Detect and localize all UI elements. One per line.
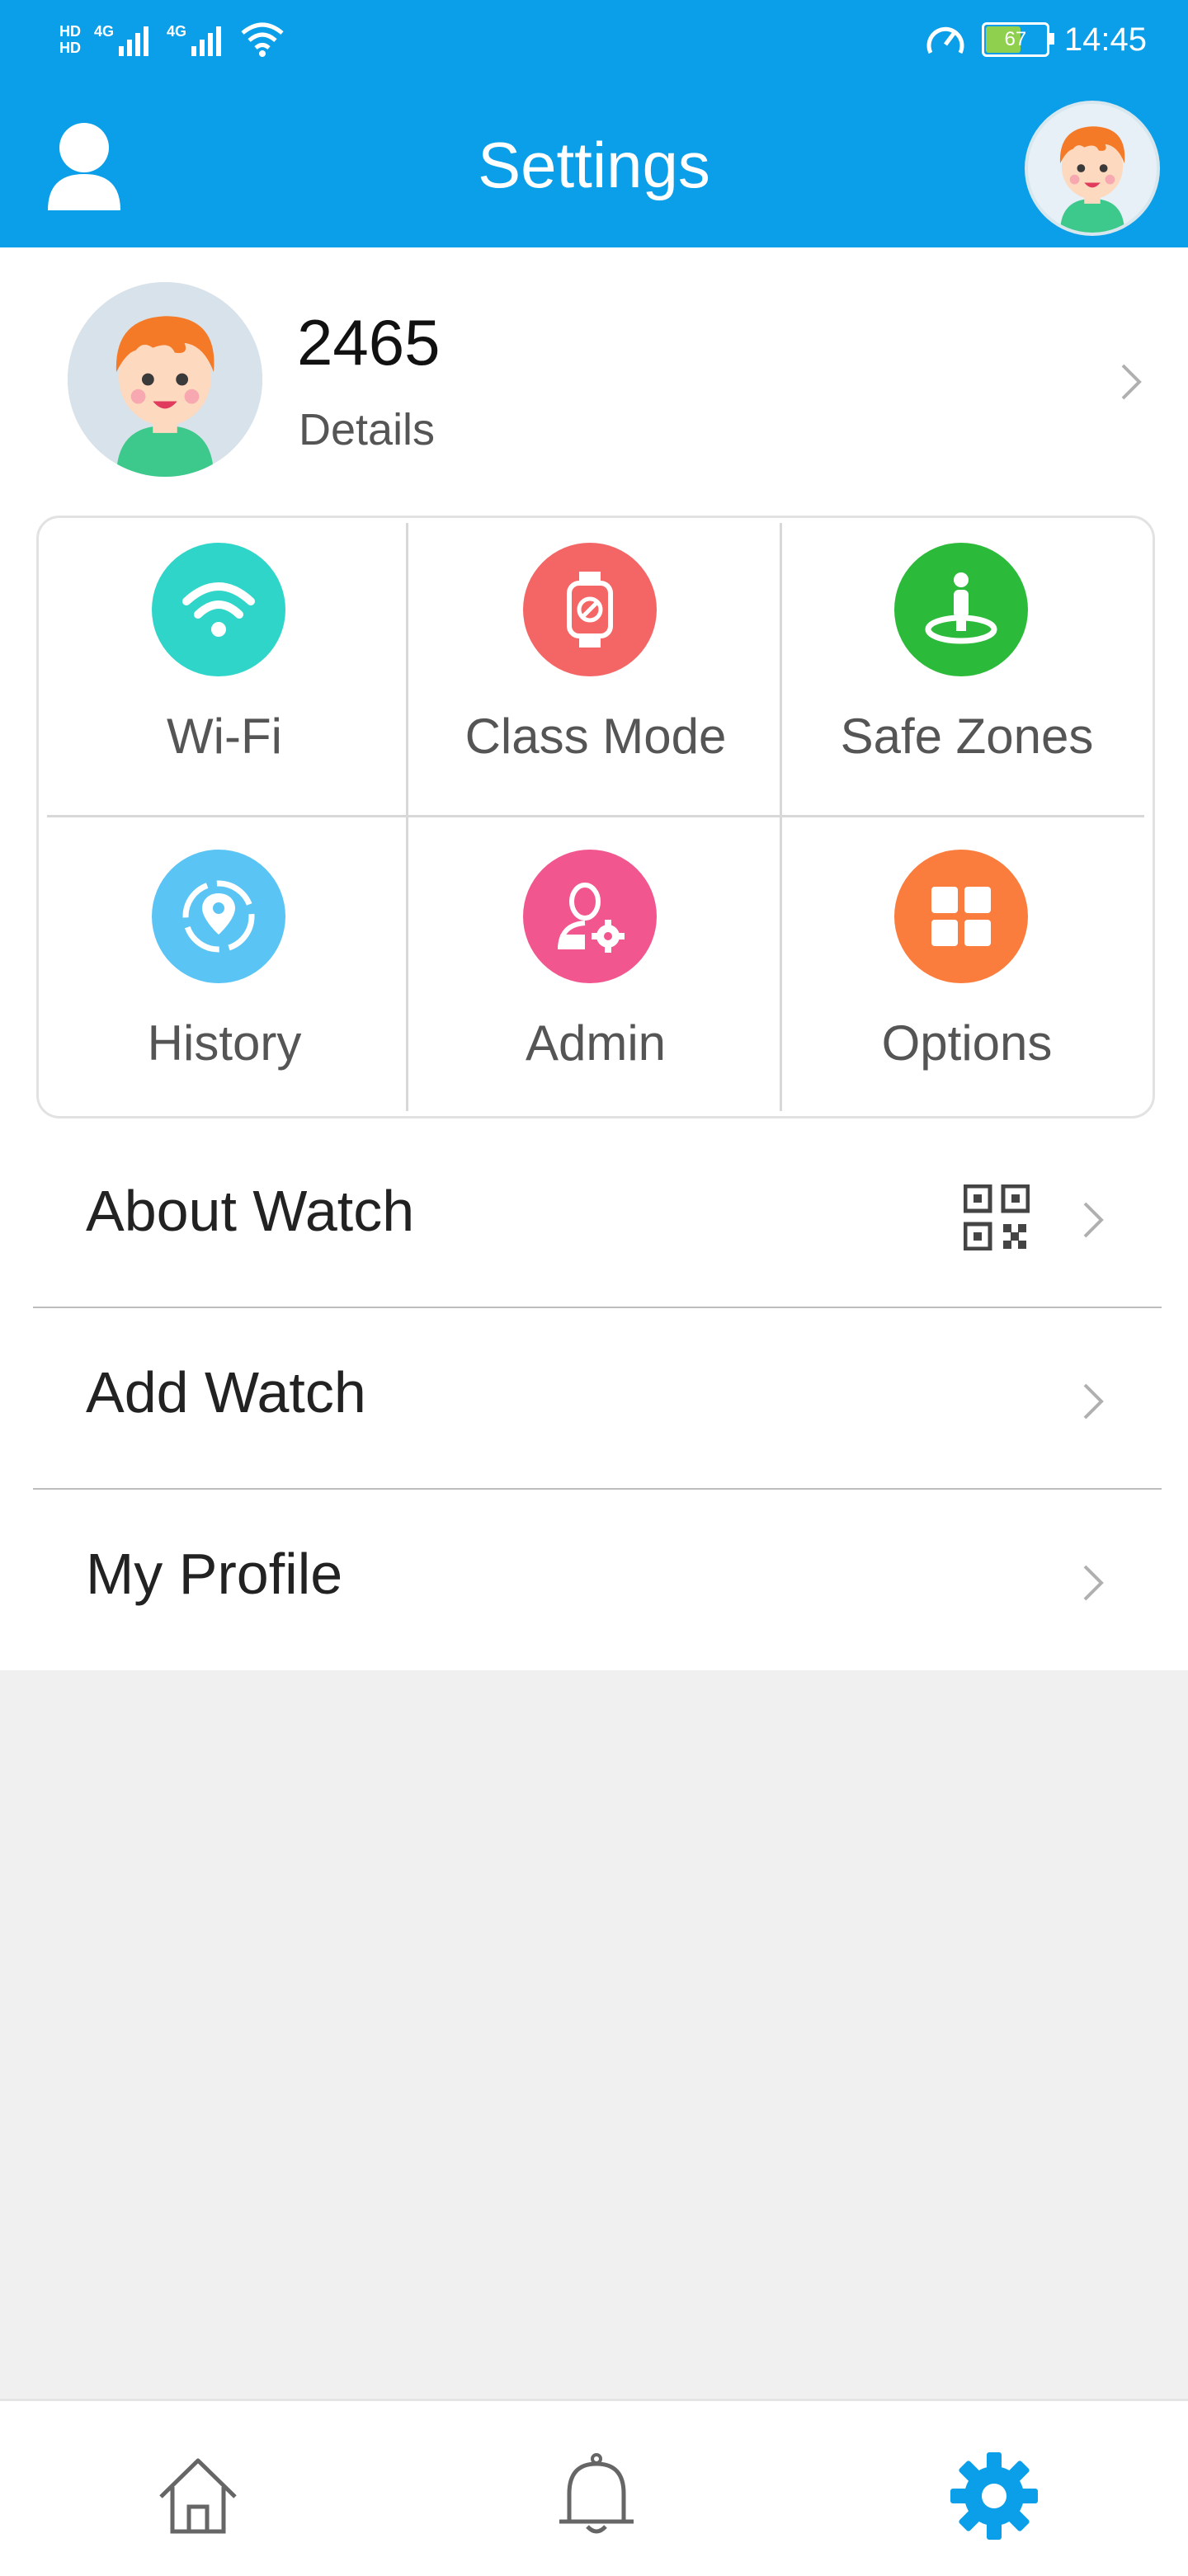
network-type-2: 4G [167,23,187,40]
grid-item-label: Options [881,1015,1053,1071]
signal-bars-icon [119,26,149,56]
network-type-1: 4G [94,23,115,40]
gear-icon [950,2452,1038,2540]
grid-item-label: Admin [525,1015,667,1071]
bell-icon [559,2453,634,2534]
menu-item-my-profile[interactable]: My Profile [0,1493,1188,1674]
grid-item-label: History [147,1015,302,1071]
menu-item-label: My Profile [86,1542,343,1606]
menu-item-add-watch[interactable]: Add Watch [0,1312,1188,1493]
battery-level: 67 [1004,28,1027,50]
grid-item-label: Safe Zones [840,709,1094,764]
nav-notifications-button[interactable] [551,2451,642,2541]
admin-gear-icon [523,850,657,983]
signal-1: 4G [94,23,153,56]
device-details-label: Details [299,405,436,454]
device-profile-row[interactable]: 2465 Details [0,247,1188,511]
battery-tip [1049,33,1054,45]
options-grid-icon [894,850,1028,983]
speedometer-icon [926,26,964,54]
boy-avatar-icon [68,282,262,477]
hd-indicator: HD HD [59,23,81,56]
nav-home-button[interactable] [153,2451,243,2541]
safe-zone-icon [894,543,1028,676]
boy-avatar-icon [1028,104,1157,233]
menu-item-about-watch[interactable]: About Watch [0,1130,1188,1312]
chevron-right-icon [1083,1565,1104,1601]
battery-icon: 67 [981,22,1054,57]
hd-top-label: HD [59,23,81,40]
clock: 14:45 [1063,21,1147,58]
device-avatar [68,282,262,477]
grid-item-safe-zones[interactable]: Safe Zones [781,518,1153,817]
grid-item-label: Class Mode [464,709,727,764]
grid-item-admin[interactable]: Admin [410,825,781,1116]
home-icon [159,2458,237,2534]
grid-item-wifi[interactable]: Wi-Fi [39,518,410,817]
watch-block-icon [523,543,657,676]
grid-item-class-mode[interactable]: Class Mode [410,518,781,817]
status-right: 67 14:45 [924,15,1147,64]
wifi-status-icon [241,22,284,57]
menu-divider [33,1488,1162,1490]
qr-code-icon[interactable] [964,1184,1030,1250]
grid-item-options[interactable]: Options [781,825,1153,1116]
app-bar: Settings [0,82,1188,247]
feature-grid: Wi-Fi Class Mode Safe Zones History Admi… [36,516,1155,1118]
chevron-right-icon [1083,1383,1104,1420]
status-left: HD HD 4G 4G [59,15,285,64]
header-avatar[interactable] [1025,101,1160,236]
signal-2: 4G [167,23,226,56]
bottom-nav [0,2399,1188,2576]
menu-item-label: About Watch [86,1179,415,1243]
signal-bars-icon [191,26,222,56]
settings-content: 2465 Details Wi-Fi Class Mode Safe Zones… [0,247,1188,1670]
nav-settings-button[interactable] [949,2451,1040,2541]
menu-item-label: Add Watch [86,1360,366,1425]
chevron-right-icon [1121,364,1142,400]
chevron-right-icon [1083,1202,1104,1238]
menu-divider [33,1307,1162,1308]
hd-bottom-label: HD [59,40,81,56]
history-location-icon [152,850,285,983]
device-name: 2465 [297,306,441,379]
page-title: Settings [478,128,710,201]
grid-item-history[interactable]: History [39,825,410,1116]
status-bar: HD HD 4G 4G 67 14:45 [0,0,1188,82]
wifi-icon [152,543,285,676]
grid-item-label: Wi-Fi [167,709,282,764]
